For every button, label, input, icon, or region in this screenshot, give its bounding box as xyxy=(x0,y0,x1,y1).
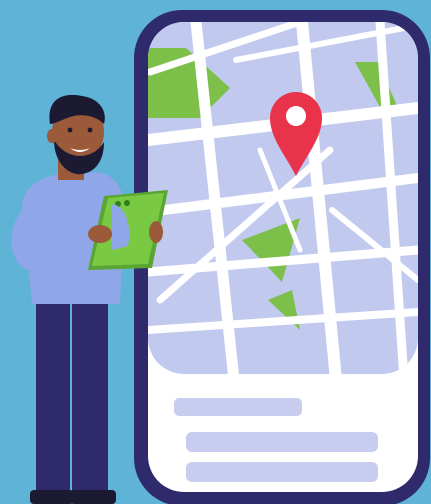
pants xyxy=(36,300,70,498)
placeholder-bar xyxy=(174,398,302,416)
head xyxy=(47,94,105,175)
shoe xyxy=(30,490,74,504)
shoe xyxy=(70,490,116,504)
map[interactable] xyxy=(148,22,418,382)
pants xyxy=(72,300,108,498)
hand xyxy=(149,221,163,243)
hand xyxy=(88,225,112,243)
illustration xyxy=(11,10,430,504)
placeholder-bar xyxy=(186,462,378,482)
placeholder-bar xyxy=(186,432,378,452)
